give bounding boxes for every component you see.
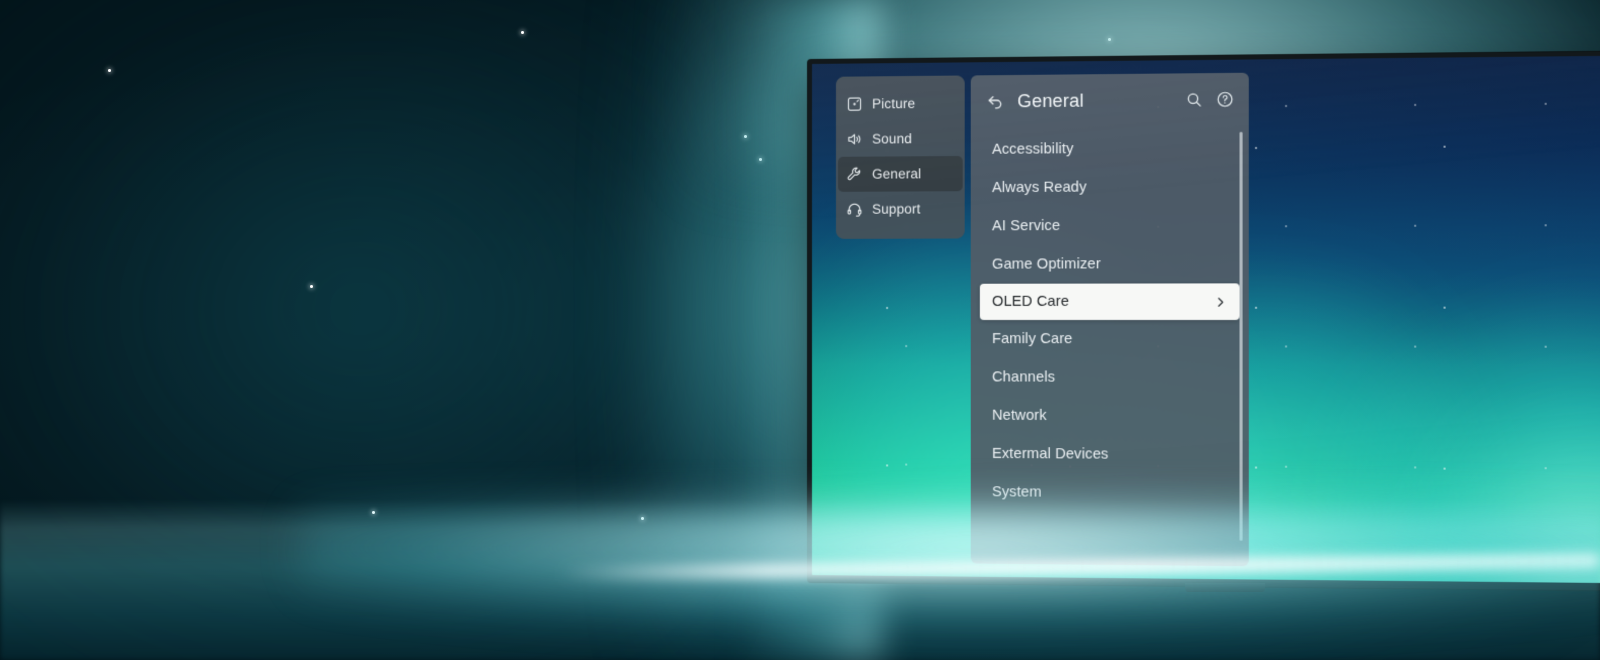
chevron-right-icon: [1214, 295, 1227, 308]
sidebar-item-picture[interactable]: Picture: [836, 86, 965, 122]
room-speck: [521, 31, 524, 34]
list-item[interactable]: Family Care: [971, 320, 1249, 359]
room-speck: [108, 69, 111, 72]
list-item-label: AI Service: [992, 218, 1060, 234]
list-item[interactable]: Always Ready: [971, 167, 1249, 207]
list-item-label: Family Care: [992, 331, 1073, 347]
panel-header-actions: [1185, 90, 1234, 109]
wrench-icon: [846, 166, 863, 183]
settings-item-list: Accessibility Always Ready AI Service Ga…: [971, 126, 1249, 514]
picture-icon: [846, 96, 863, 113]
sidebar-item-label: General: [872, 166, 921, 181]
panel-scrollbar[interactable]: [1240, 132, 1243, 541]
settings-detail-panel: General: [971, 73, 1249, 566]
list-item-label: OLED Care: [992, 294, 1069, 310]
sidebar-item-support[interactable]: Support: [836, 191, 965, 227]
sidebar-item-general[interactable]: General: [838, 156, 963, 192]
list-item-label: System: [992, 484, 1042, 500]
panel-scrollbar-thumb[interactable]: [1240, 132, 1243, 541]
screenshot-stage: Picture Sound: [0, 0, 1600, 660]
list-item-label: Accessibility: [992, 141, 1074, 158]
list-item[interactable]: Channels: [971, 358, 1249, 397]
sidebar-item-label: Picture: [872, 96, 915, 111]
headset-icon: [846, 201, 863, 218]
sidebar-item-label: Sound: [872, 131, 912, 146]
list-item[interactable]: Accessibility: [971, 129, 1249, 169]
room-speck: [310, 285, 313, 288]
list-item-label: Always Ready: [992, 179, 1087, 196]
help-icon[interactable]: [1216, 90, 1235, 108]
list-item[interactable]: Extermal Devices: [971, 435, 1249, 475]
list-item-label: Game Optimizer: [992, 256, 1101, 272]
panel-header: General: [971, 73, 1249, 128]
list-item-label: Network: [992, 408, 1047, 424]
list-item-oled-care[interactable]: OLED Care: [980, 283, 1240, 320]
list-item-label: Extermal Devices: [992, 446, 1108, 463]
search-icon[interactable]: [1185, 90, 1204, 108]
settings-category-rail: Picture Sound: [836, 75, 965, 238]
list-item[interactable]: AI Service: [971, 206, 1249, 245]
page-title: General: [1017, 90, 1084, 112]
list-item[interactable]: Game Optimizer: [971, 245, 1249, 284]
sidebar-item-sound[interactable]: Sound: [836, 121, 965, 157]
list-item-label: Channels: [992, 369, 1055, 385]
list-item[interactable]: Network: [971, 396, 1249, 435]
sidebar-item-label: Support: [872, 201, 921, 216]
sound-icon: [846, 131, 863, 148]
back-arrow-icon[interactable]: [985, 91, 1005, 111]
